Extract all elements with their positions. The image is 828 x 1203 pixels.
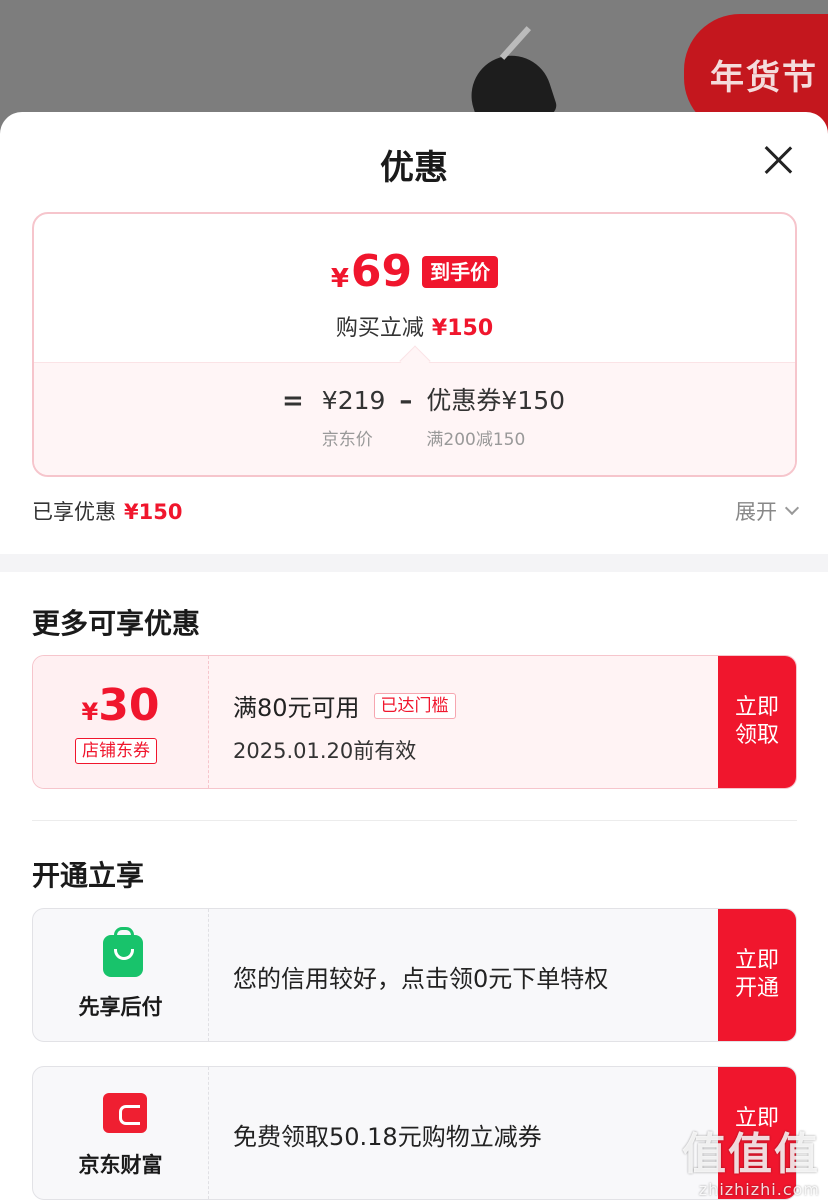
coupon-condition-row: 满80元可用 已达门槛	[233, 688, 456, 723]
activate-title: 开通立享	[32, 859, 145, 892]
claim-coupon-button[interactable]: 立即领取	[718, 656, 796, 788]
coupon-discount-value: 优惠券¥150	[426, 386, 566, 415]
coupon-value-panel: ¥30 店铺东券	[33, 656, 209, 788]
price-breakdown-card: ¥ 69 到手价 购买立减 ¥150 = ¥219 京东价 – 优惠券¥150 满…	[32, 212, 797, 477]
pay-later-brand: 先享后付	[33, 909, 209, 1041]
coupon-expiry: 2025.01.20前有效	[233, 739, 417, 763]
sheet-header: 优惠	[0, 112, 828, 208]
shopping-bag-icon	[103, 927, 143, 977]
coupon-amount: ¥30	[33, 680, 208, 731]
coupon-amount-value: 30	[98, 680, 160, 731]
pay-later-card: 先享后付 您的信用较好，点击领0元下单特权 立即开通	[32, 908, 797, 1042]
wallet-icon	[103, 1093, 147, 1133]
watermark-url: zhizhizhi.com	[698, 1180, 820, 1199]
threshold-met-badge: 已达门槛	[373, 692, 456, 719]
activate-pay-later-button[interactable]: 立即开通	[718, 909, 796, 1041]
expand-button[interactable]: 展开	[735, 496, 800, 526]
jd-wealth-brand: 京东财富	[33, 1067, 209, 1199]
enjoyed-discount-row: 已享优惠 ¥150 展开	[32, 496, 800, 528]
divider	[32, 820, 797, 821]
price-formula: = ¥219 京东价 – 优惠券¥150 满200减150	[282, 385, 565, 451]
more-offers-title: 更多可享优惠	[32, 607, 201, 640]
store-coupon-card: ¥30 店铺东券 满80元可用 已达门槛 2025.01.20前有效 立即领取	[32, 655, 797, 789]
jd-price-value: ¥219	[321, 386, 386, 415]
watermark: 值值值 zhizhizhi.com	[682, 1129, 820, 1200]
price-summary: ¥ 69 到手价 购买立减 ¥150	[34, 214, 795, 362]
final-price-tag: 到手价	[422, 256, 499, 288]
jd-wealth-description: 免费领取50.18元购物立减券	[233, 1123, 542, 1151]
coupon-details: 满80元可用 已达门槛 2025.01.20前有效	[233, 688, 456, 765]
pay-later-description: 您的信用较好，点击领0元下单特权	[233, 965, 609, 993]
reduction-amount: ¥150	[431, 316, 494, 341]
watermark-logo: 值值值	[682, 1129, 820, 1180]
jd-price-label: 京东价	[321, 430, 373, 450]
final-price-currency: ¥	[330, 264, 349, 294]
coupon-currency: ¥	[81, 698, 99, 726]
minus-sign: –	[399, 386, 413, 416]
close-icon[interactable]	[764, 146, 792, 174]
coupon-condition: 满80元可用	[233, 694, 360, 722]
reduction-label: 购买立减	[335, 316, 424, 341]
expand-label: 展开	[735, 500, 777, 524]
price-formula-panel: = ¥219 京东价 – 优惠券¥150 满200减150	[34, 362, 795, 475]
chevron-down-icon	[784, 500, 800, 516]
final-price-row: ¥ 69 到手价	[34, 250, 795, 294]
activate-pay-later-label: 立即开通	[734, 948, 779, 1001]
final-price-amount: 69	[350, 246, 413, 297]
sheet-title: 优惠	[380, 148, 448, 188]
coupon-discount-rule: 满200减150	[426, 430, 526, 450]
pay-later-name: 先享后付	[78, 995, 163, 1019]
jd-price-column: ¥219 京东价	[322, 385, 386, 451]
enjoyed-amount: ¥150	[124, 500, 183, 524]
offers-sheet: 优惠 ¥ 69 到手价 购买立减 ¥150 = ¥219 京东价 – 优惠券¥1…	[0, 112, 828, 1203]
section-divider	[0, 554, 828, 572]
instant-reduction: 购买立减 ¥150	[34, 310, 795, 342]
enjoyed-label: 已享优惠	[32, 500, 116, 524]
coupon-discount-column: 优惠券¥150 满200减150	[426, 385, 565, 451]
claim-coupon-label: 立即领取	[734, 695, 779, 748]
final-price: ¥ 69	[330, 246, 413, 297]
coupon-type-badge: 店铺东券	[75, 738, 157, 764]
jd-wealth-name: 京东财富	[78, 1153, 163, 1177]
equals-sign: =	[282, 386, 304, 416]
